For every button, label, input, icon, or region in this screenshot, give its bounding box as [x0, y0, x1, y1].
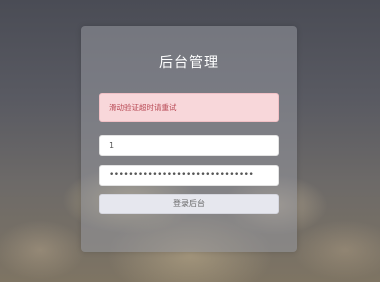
- username-field[interactable]: 1: [99, 135, 279, 156]
- error-alert: 滑动验证超时请重试: [99, 93, 279, 122]
- login-button[interactable]: 登录后台: [99, 194, 279, 214]
- login-panel: 后台管理 滑动验证超时请重试 1 •••••••••••••••••••••••…: [81, 26, 297, 252]
- page-title: 后台管理: [159, 55, 219, 71]
- password-field[interactable]: ••••••••••••••••••••••••••••••: [99, 165, 279, 186]
